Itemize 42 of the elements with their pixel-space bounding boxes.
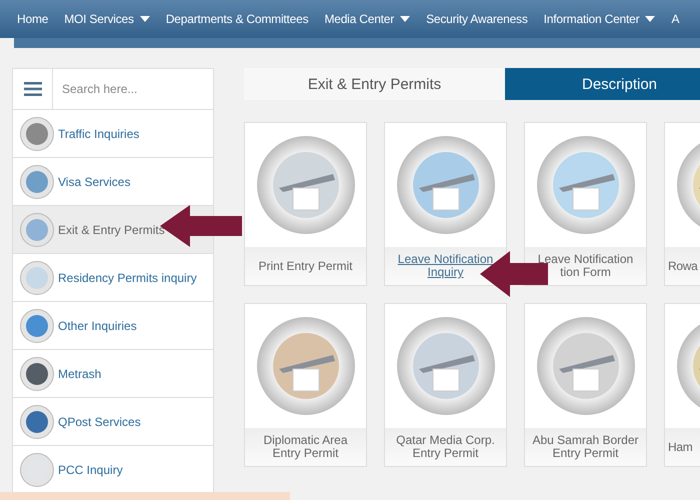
round-emblem-icon — [536, 136, 634, 234]
service-card[interactable]: Print Entry Permit — [244, 122, 367, 286]
nav-link[interactable]: Departments & Committees — [166, 12, 308, 26]
card-label: Diplomatic Area Entry Permit — [245, 428, 366, 466]
card-label: Qatar Media Corp. Entry Permit — [385, 428, 506, 466]
round-emblem-icon — [256, 136, 354, 234]
round-emblem-icon — [20, 308, 54, 342]
service-card[interactable]: Leave Notification tion Form — [524, 122, 647, 286]
nav-link[interactable]: MOI Services — [64, 12, 150, 26]
round-emblem-icon — [396, 136, 494, 234]
caret-icon — [140, 16, 150, 22]
description-tab[interactable]: Description — [505, 68, 700, 100]
service-card[interactable]: Abu Samrah Border Entry Permit — [524, 303, 647, 467]
nav-link[interactable]: Information Center — [544, 12, 656, 26]
service-card[interactable]: Qatar Media Corp. Entry Permit — [384, 303, 507, 467]
round-emblem-icon — [20, 164, 54, 198]
round-emblem-icon — [536, 317, 634, 415]
caret-icon — [645, 16, 656, 22]
card-label: Ham — [665, 428, 700, 466]
round-emblem-icon — [20, 212, 54, 246]
round-emblem-icon — [20, 260, 54, 294]
round-emblem-icon — [20, 356, 54, 390]
round-emblem-icon — [20, 116, 54, 150]
section-title: Exit & Entry Permits — [244, 68, 505, 100]
card-label: Leave Notification Inquiry — [385, 247, 506, 285]
round-emblem-icon — [256, 317, 354, 415]
service-card[interactable]: Diplomatic Area Entry Permit — [244, 303, 367, 467]
nav-link[interactable]: Media Center — [324, 12, 410, 26]
nav-link[interactable]: Security Awareness — [426, 12, 528, 26]
nav-link[interactable]: A — [671, 12, 680, 26]
round-emblem-icon — [20, 452, 54, 486]
menu-icon — [24, 82, 42, 96]
service-card[interactable]: Leave Notification Inquiry — [384, 122, 507, 286]
card-label: Abu Samrah Border Entry Permit — [525, 428, 646, 466]
service-card[interactable]: Ham — [664, 303, 700, 467]
card-label: Rowa — [665, 247, 700, 285]
nav-link[interactable]: Home — [17, 12, 48, 26]
service-card[interactable]: Rowa — [664, 122, 700, 286]
round-emblem-icon — [396, 317, 494, 415]
card-label: Print Entry Permit — [245, 247, 366, 285]
round-emblem-icon — [20, 404, 54, 438]
caret-icon — [400, 16, 410, 22]
